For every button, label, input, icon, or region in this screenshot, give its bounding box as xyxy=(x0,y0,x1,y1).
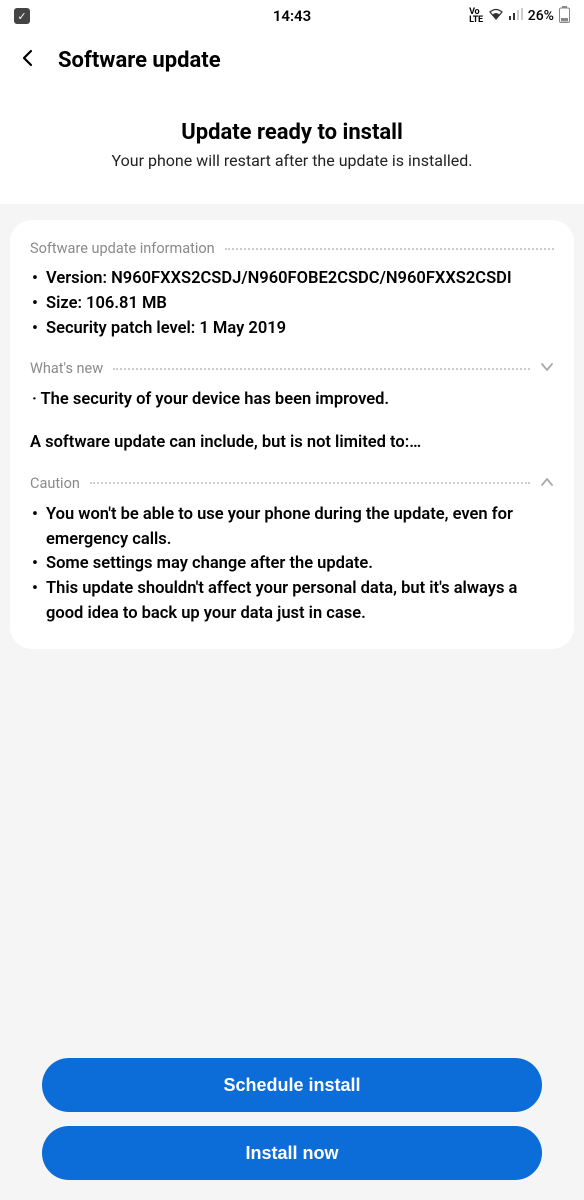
intro-section: Update ready to install Your phone will … xyxy=(0,90,584,204)
battery-icon xyxy=(559,6,570,27)
whatsnew-line: The security of your device has been imp… xyxy=(30,388,554,413)
signal-icon xyxy=(509,8,523,24)
notification-icon: ✓ xyxy=(14,8,30,24)
install-now-button[interactable]: Install now xyxy=(42,1126,542,1180)
chevron-up-icon xyxy=(540,474,554,493)
intro-subtitle: Your phone will restart after the update… xyxy=(20,151,564,170)
divider-dots xyxy=(225,248,554,250)
info-section: Software update information Version: N96… xyxy=(30,240,554,341)
info-version: Version: N960FXXS2CSDJ/N960FOBE2CSDC/N96… xyxy=(32,267,554,292)
bottom-actions: Schedule install Install now xyxy=(0,1058,584,1180)
caution-label: Caution xyxy=(30,475,80,492)
info-label: Software update information xyxy=(30,240,215,257)
whatsnew-paragraph: A software update can include, but is no… xyxy=(30,431,554,456)
caution-header[interactable]: Caution xyxy=(30,474,554,493)
caution-item: You won't be able to use your phone duri… xyxy=(32,503,554,553)
caution-item: This update shouldn't affect your person… xyxy=(32,577,554,627)
volte-icon: VoLTE xyxy=(469,8,483,24)
intro-title: Update ready to install xyxy=(20,120,564,145)
caution-section: Caution You won't be able to use your ph… xyxy=(30,474,554,627)
battery-text: 26% xyxy=(528,8,554,24)
wifi-icon xyxy=(488,8,504,24)
whatsnew-label: What's new xyxy=(30,360,103,377)
divider-dots xyxy=(90,482,530,484)
chevron-down-icon xyxy=(540,359,554,378)
whatsnew-header[interactable]: What's new xyxy=(30,359,554,378)
page-title: Software update xyxy=(58,48,221,73)
info-patch: Security patch level: 1 May 2019 xyxy=(32,317,554,342)
status-time: 14:43 xyxy=(273,7,311,25)
info-size: Size: 106.81 MB xyxy=(32,292,554,317)
whatsnew-section: What's new The security of your device h… xyxy=(30,359,554,456)
status-bar: ✓ 14:43 VoLTE 26% xyxy=(0,0,584,32)
update-details-card: Software update information Version: N96… xyxy=(10,220,574,649)
caution-item: Some settings may change after the updat… xyxy=(32,552,554,577)
schedule-install-button[interactable]: Schedule install xyxy=(42,1058,542,1112)
divider-dots xyxy=(113,368,530,370)
page-header: Software update xyxy=(0,32,584,90)
back-button[interactable] xyxy=(18,46,38,74)
